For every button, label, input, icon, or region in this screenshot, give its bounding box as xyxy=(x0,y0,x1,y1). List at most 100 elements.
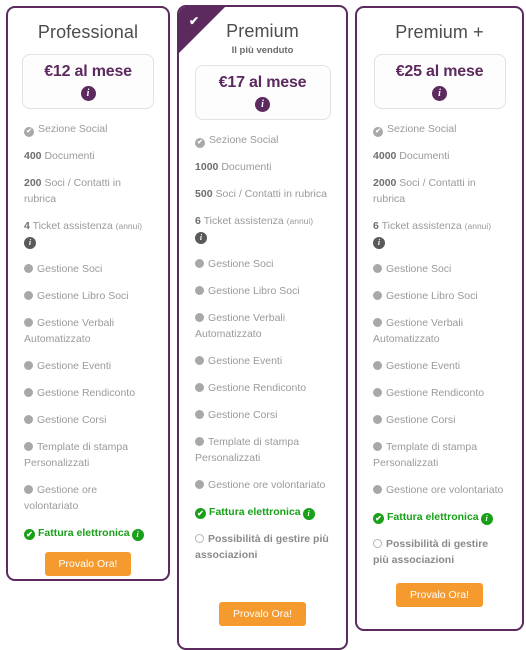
feature-item: 4 Ticket assistenza (annui) i xyxy=(24,218,152,250)
feature-item: ✔ Fattura elettronica i xyxy=(373,509,506,525)
bullet-dot-icon xyxy=(24,291,33,300)
feature-quantity: 2000 xyxy=(373,177,397,189)
plan-card-premium-plus: Premium + €25 al mese i ✔ Sezione Social 4000… xyxy=(355,6,525,631)
bullet-dot-icon xyxy=(373,388,383,397)
price-info-icon[interactable]: i xyxy=(255,97,271,112)
feature-label: Gestione Rendiconto xyxy=(386,387,485,399)
feature-list: ✔ Sezione Social 1000 Documenti 500 Soci / … xyxy=(193,132,332,574)
feature-label: Gestione Rendiconto xyxy=(208,382,307,394)
try-now-button[interactable]: Provalo Ora! xyxy=(396,583,483,607)
radio-empty-icon xyxy=(373,539,383,548)
feature-label: Gestione Eventi xyxy=(37,360,112,372)
feature-item: Gestione Libro Soci xyxy=(24,288,152,304)
feature-label: Possibilità di gestire più associazioni xyxy=(195,533,329,561)
feature-info-icon[interactable]: i xyxy=(195,232,208,244)
feature-label: Documenti xyxy=(44,150,95,162)
feature-item: Template di stampa Personalizzati xyxy=(24,439,152,471)
bullet-dot-icon xyxy=(373,318,383,327)
feature-label: Gestione Soci xyxy=(37,263,103,275)
feature-item: ✔ Fattura elettronica i xyxy=(24,525,152,541)
bullet-dot-icon xyxy=(24,415,33,424)
bullet-dot-icon xyxy=(195,356,205,365)
feature-label: Ticket assistenza xyxy=(32,220,113,232)
bullet-dot-icon xyxy=(195,259,205,268)
feature-label: Sezione Social xyxy=(387,123,457,135)
bullet-dot-icon xyxy=(195,480,205,489)
bullet-dot-icon xyxy=(195,410,205,419)
feature-info-icon[interactable]: i xyxy=(24,237,36,249)
feature-label: Template di stampa Personalizzati xyxy=(373,441,478,469)
try-now-button[interactable]: Provalo Ora! xyxy=(219,602,306,626)
feature-label: Gestione Corsi xyxy=(37,414,107,426)
radio-empty-icon xyxy=(195,534,205,543)
feature-item: Template di stampa Personalizzati xyxy=(373,439,506,471)
feature-quantity: 4000 xyxy=(373,150,397,162)
price-info-icon[interactable]: i xyxy=(432,86,448,101)
feature-item: Gestione Soci xyxy=(24,261,152,277)
feature-item: 6 Ticket assistenza (annui) i xyxy=(373,218,506,250)
feature-item: Gestione Soci xyxy=(195,256,330,272)
feature-label: Gestione Rendiconto xyxy=(37,387,136,399)
feature-label: Fattura elettronica xyxy=(38,527,130,539)
bullet-dot-icon xyxy=(373,361,383,370)
feature-item: Gestione Verbali Automatizzato xyxy=(373,315,506,347)
bullet-dot-icon xyxy=(373,264,383,273)
feature-item: Gestione ore volontariato xyxy=(373,482,506,498)
feature-info-icon[interactable]: i xyxy=(302,508,315,520)
price-label: €12 al mese xyxy=(44,63,132,80)
feature-label: Sezione Social xyxy=(38,123,108,135)
feature-item: Gestione Libro Soci xyxy=(373,288,506,304)
price-info-icon[interactable]: i xyxy=(80,86,96,101)
feature-item: Gestione ore volontariato xyxy=(24,482,152,514)
feature-info-icon[interactable]: i xyxy=(480,513,493,525)
bullet-dot-icon xyxy=(24,485,33,494)
feature-note: (annui) xyxy=(464,221,492,231)
plan-subtitle: Il più venduto xyxy=(231,45,294,56)
feature-item: ✔ Sezione Social xyxy=(373,121,506,137)
feature-item: 2000 Soci / Contatti in rubrica xyxy=(373,175,506,207)
feature-quantity: 6 xyxy=(195,215,201,227)
feature-item: 200 Soci / Contatti in rubrica xyxy=(24,175,152,207)
feature-label: Fattura elettronica xyxy=(387,511,479,523)
check-circle-green-icon: ✔ xyxy=(373,513,385,524)
feature-label: Gestione Soci xyxy=(208,258,274,270)
feature-item: Gestione Soci xyxy=(373,261,506,277)
feature-item: Gestione Corsi xyxy=(24,412,152,428)
price-label: €25 al mese xyxy=(395,63,484,80)
feature-item: Gestione Eventi xyxy=(24,358,152,374)
check-circle-icon: ✔ xyxy=(195,138,206,148)
cta-container: Provalo Ora! xyxy=(371,583,508,615)
feature-item: Gestione Verbali Automatizzato xyxy=(195,310,330,342)
feature-item: Gestione Corsi xyxy=(195,407,330,423)
feature-quantity: 1000 xyxy=(195,161,219,173)
price-label: €17 al mese xyxy=(218,74,307,91)
feature-label: Sezione Social xyxy=(209,134,279,146)
feature-label: Gestione Libro Soci xyxy=(37,290,129,302)
feature-item: 400 Documenti xyxy=(24,148,152,164)
check-circle-green-icon: ✔ xyxy=(24,529,35,540)
cta-container: Provalo Ora! xyxy=(22,552,154,579)
feature-info-icon[interactable]: i xyxy=(131,529,144,541)
feature-label: Gestione ore volontariato xyxy=(24,484,98,512)
feature-label: Template di stampa Personalizzati xyxy=(195,436,300,464)
feature-quantity: 200 xyxy=(24,177,42,189)
feature-item: 500 Soci / Contatti in rubrica xyxy=(195,186,330,202)
bullet-dot-icon xyxy=(24,264,33,273)
feature-info-icon[interactable]: i xyxy=(373,237,386,249)
feature-label: Gestione Corsi xyxy=(386,414,456,426)
plan-card-professional: Professional €12 al mese i ✔ Sezione Social 4… xyxy=(6,6,171,581)
feature-item: Gestione ore volontariato xyxy=(195,477,330,493)
price-box: €17 al mese i xyxy=(194,65,331,120)
feature-item: ✔ Fattura elettronica i xyxy=(195,504,330,520)
feature-item: ✔ Sezione Social xyxy=(24,121,152,137)
feature-item: Template di stampa Personalizzati xyxy=(195,434,330,466)
bullet-dot-icon xyxy=(195,437,205,446)
feature-item: Gestione Eventi xyxy=(373,358,506,374)
feature-label: Gestione Verbali Automatizzato xyxy=(373,317,464,345)
feature-label: Documenti xyxy=(399,150,450,162)
bullet-dot-icon xyxy=(373,485,383,494)
try-now-button[interactable]: Provalo Ora! xyxy=(44,552,132,576)
feature-label: Gestione Libro Soci xyxy=(386,290,478,302)
pricing-plans-page: Professional €12 al mese i ✔ Sezione Social 4… xyxy=(0,0,526,650)
plan-title: Premium xyxy=(226,21,299,41)
